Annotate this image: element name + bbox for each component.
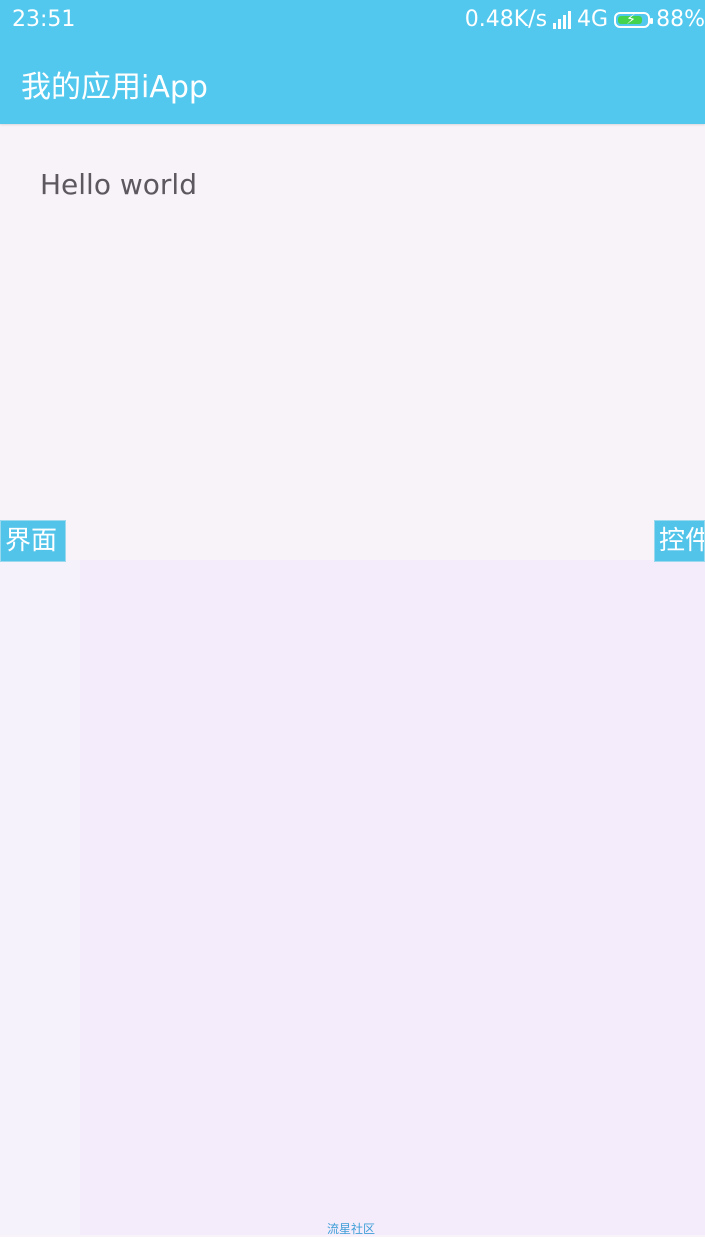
app-header: 23:51 0.48K/s 4G ⚡ 88% 我的应用iApp	[0, 0, 705, 124]
interface-tab[interactable]: 界面	[0, 520, 66, 562]
battery-charging-icon: ⚡	[614, 11, 654, 28]
status-indicators: 0.48K/s 4G ⚡ 88%	[465, 7, 705, 32]
network-speed: 0.48K/s	[464, 7, 548, 32]
community-link[interactable]: 流星社区	[327, 1220, 375, 1237]
signal-icon	[553, 10, 572, 29]
hello-text: Hello world	[40, 168, 197, 201]
drawer-content-panel	[80, 560, 705, 1235]
status-time: 23:51	[12, 7, 76, 32]
battery-percent: 88%	[656, 7, 705, 32]
controls-tab[interactable]: 控件	[654, 520, 705, 562]
network-type: 4G	[577, 7, 609, 32]
app-title: 我的应用iApp	[21, 70, 208, 105]
drawer-area	[0, 560, 705, 1235]
status-bar: 23:51 0.48K/s 4G ⚡ 88%	[0, 0, 705, 44]
